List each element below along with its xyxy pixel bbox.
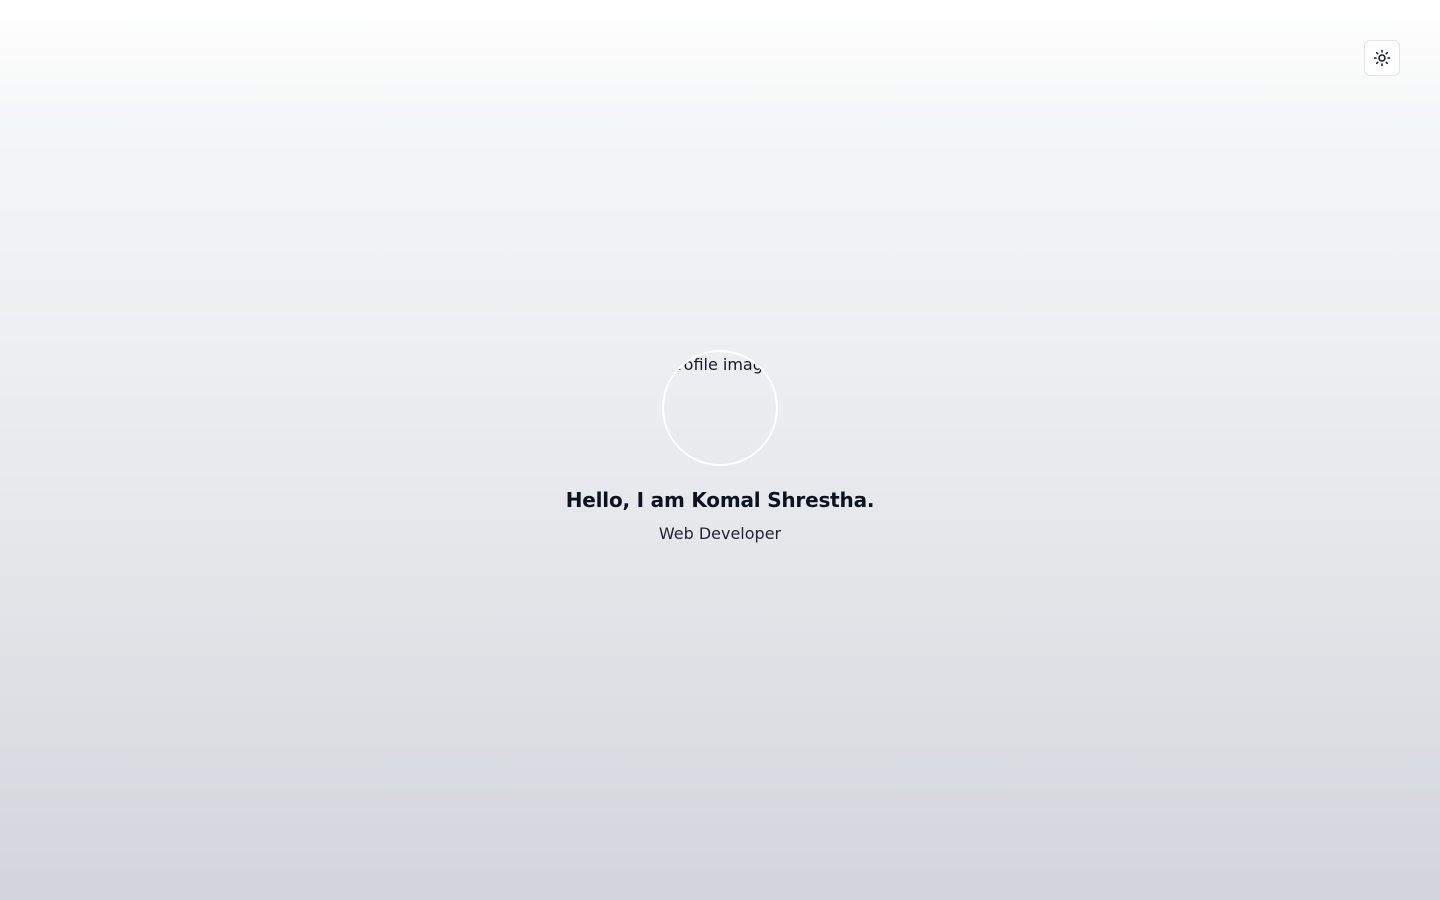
hero-section: profile image Hello, I am Komal Shrestha… <box>0 350 1440 544</box>
hero-subtitle: Web Developer <box>658 524 782 543</box>
avatar-alt-text: profile image <box>667 355 773 374</box>
sun-icon <box>1373 49 1391 67</box>
theme-toggle-button[interactable] <box>1364 40 1400 76</box>
hero-headline: Hello, I am Komal Shrestha. <box>565 488 875 512</box>
profile-avatar: profile image <box>662 350 778 466</box>
